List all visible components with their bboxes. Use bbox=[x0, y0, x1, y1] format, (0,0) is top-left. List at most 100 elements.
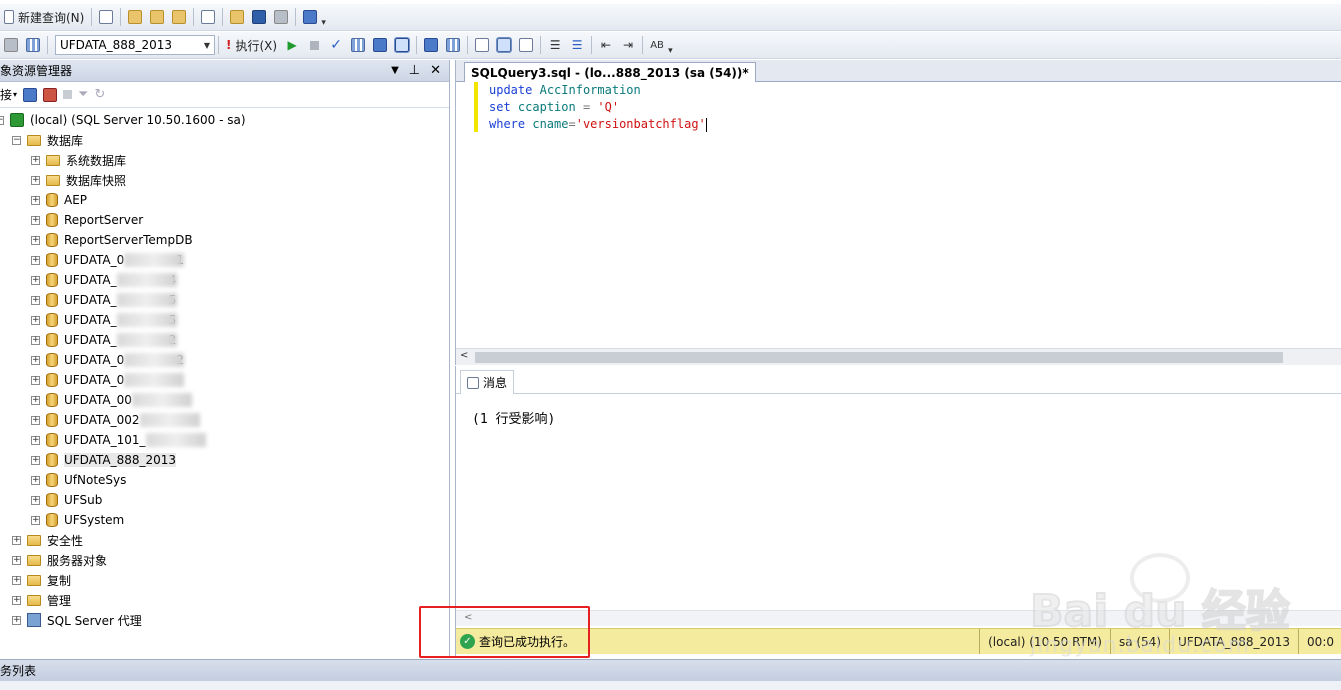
tree-node[interactable]: + 服务器对象 bbox=[0, 550, 449, 570]
expand-icon[interactable]: + bbox=[31, 335, 40, 345]
include-plan-button[interactable] bbox=[442, 35, 464, 55]
disconnect-icon[interactable] bbox=[43, 87, 58, 102]
tree-node[interactable]: − (local) (SQL Server 10.50.1600 - sa) bbox=[0, 110, 449, 130]
change-connection-button[interactable] bbox=[22, 35, 44, 55]
debug-button[interactable]: ▶ bbox=[281, 35, 303, 55]
expand-icon[interactable]: + bbox=[31, 275, 40, 285]
query-designer-button[interactable] bbox=[369, 35, 391, 55]
tree-node[interactable]: + UFDATA_00 bbox=[0, 390, 449, 410]
tree-node[interactable]: − 数据库 bbox=[0, 130, 449, 150]
tree-node[interactable]: + UFSystem bbox=[0, 510, 449, 530]
mdx-query-button[interactable] bbox=[146, 7, 168, 27]
pin-icon[interactable]: ⊥ bbox=[409, 63, 420, 78]
comment-button[interactable]: ☰ bbox=[544, 35, 566, 55]
toolbar-overflow-icon[interactable]: ▾ bbox=[668, 46, 673, 56]
expand-icon[interactable]: + bbox=[31, 415, 40, 425]
tree-node[interactable]: + 管理 bbox=[0, 590, 449, 610]
activity-monitor-button[interactable] bbox=[299, 7, 321, 27]
intellisense-button[interactable] bbox=[420, 35, 442, 55]
expand-icon[interactable]: + bbox=[12, 615, 21, 625]
tree-node[interactable]: + ReportServer bbox=[0, 210, 449, 230]
tree-node[interactable]: +UFDATA_4 bbox=[0, 270, 449, 290]
tree-node[interactable]: + ReportServerTempDB bbox=[0, 230, 449, 250]
expand-icon[interactable]: + bbox=[31, 295, 40, 305]
connect-button[interactable] bbox=[0, 35, 22, 55]
tree-node[interactable]: +UFDATA_5 bbox=[0, 290, 449, 310]
expand-icon[interactable]: + bbox=[12, 555, 21, 565]
expand-icon[interactable]: + bbox=[31, 495, 40, 505]
scroll-left-icon[interactable]: < bbox=[460, 350, 468, 361]
tree-node[interactable]: + UFDATA_0 bbox=[0, 370, 449, 390]
filter-icon[interactable]: ⏷ bbox=[78, 87, 88, 102]
new-file-button[interactable] bbox=[95, 7, 117, 27]
results-horizontal-scrollbar[interactable]: < bbox=[456, 610, 1341, 626]
tree-node[interactable]: + UFDATA_888_2013 bbox=[0, 450, 449, 470]
tree-node[interactable]: + SQL Server 代理 bbox=[0, 610, 449, 630]
sql-ce-query-button[interactable] bbox=[197, 7, 219, 27]
increase-indent-button[interactable]: ⇥ bbox=[617, 35, 639, 55]
results-to-text-button[interactable] bbox=[471, 35, 493, 55]
specify-values-button[interactable]: AB bbox=[646, 35, 668, 55]
expand-icon[interactable]: + bbox=[31, 315, 40, 325]
expand-icon[interactable]: + bbox=[31, 235, 40, 245]
window-position-icon[interactable]: ▼ bbox=[391, 65, 399, 76]
expand-icon[interactable]: + bbox=[12, 595, 21, 605]
results-grid-toggle-button[interactable] bbox=[493, 35, 515, 55]
database-select[interactable]: UFDATA_888_2013 ▼ bbox=[55, 35, 215, 55]
tree-node[interactable]: + AEP bbox=[0, 190, 449, 210]
expand-icon[interactable]: + bbox=[31, 255, 40, 265]
expand-icon[interactable]: + bbox=[31, 355, 40, 365]
expand-icon[interactable]: + bbox=[31, 475, 40, 485]
expand-icon[interactable]: + bbox=[31, 155, 40, 165]
tree-node[interactable]: + 安全性 bbox=[0, 530, 449, 550]
scroll-left-icon[interactable]: < bbox=[464, 612, 472, 623]
expand-icon[interactable]: + bbox=[31, 195, 40, 205]
toolbar-overflow-icon[interactable]: ▾ bbox=[321, 18, 326, 28]
expand-icon[interactable]: + bbox=[12, 535, 21, 545]
editor-horizontal-scrollbar[interactable]: < bbox=[456, 348, 1341, 365]
collapse-icon[interactable]: − bbox=[0, 115, 4, 125]
execute-button[interactable]: ! 执行(X) bbox=[222, 35, 281, 55]
tree-node[interactable]: +UFDATA_02 bbox=[0, 350, 449, 370]
tree-node[interactable]: +UFDATA_01 bbox=[0, 250, 449, 270]
expand-icon[interactable]: + bbox=[31, 455, 40, 465]
expand-icon[interactable]: + bbox=[31, 375, 40, 385]
scrollbar-thumb[interactable] bbox=[475, 352, 1283, 363]
tree-node[interactable]: + 复制 bbox=[0, 570, 449, 590]
close-icon[interactable]: ✕ bbox=[430, 63, 441, 78]
new-query-button[interactable]: 新建查询(N) bbox=[0, 7, 88, 27]
expand-icon[interactable]: + bbox=[31, 395, 40, 405]
tree-node[interactable]: + UFDATA_002 bbox=[0, 410, 449, 430]
display-plan-button[interactable] bbox=[347, 35, 369, 55]
expand-icon[interactable]: + bbox=[31, 215, 40, 225]
tree-node[interactable]: + 数据库快照 bbox=[0, 170, 449, 190]
open-file-button[interactable] bbox=[226, 7, 248, 27]
refresh-icon[interactable]: ↻ bbox=[94, 87, 105, 102]
stop-icon[interactable] bbox=[63, 90, 73, 99]
expand-icon[interactable]: + bbox=[31, 175, 40, 185]
tree-node[interactable]: + UFSub bbox=[0, 490, 449, 510]
tree-node[interactable]: +UFDATA_2 bbox=[0, 330, 449, 350]
results-to-file-button[interactable] bbox=[515, 35, 537, 55]
tree-node[interactable]: + UFDATA_101_ bbox=[0, 430, 449, 450]
dmx-query-button[interactable] bbox=[124, 7, 146, 27]
tab-sqlquery3[interactable]: SQLQuery3.sql - (lo...888_2013 (sa (54))… bbox=[464, 62, 756, 82]
parse-button[interactable]: ✓ bbox=[325, 35, 347, 55]
expand-icon[interactable]: + bbox=[31, 435, 40, 445]
cancel-query-button[interactable] bbox=[303, 35, 325, 55]
tab-messages[interactable]: 消息 bbox=[460, 370, 515, 394]
sql-code-area[interactable]: update AccInformation set ccaption = 'Q'… bbox=[474, 82, 1341, 350]
save-button[interactable] bbox=[248, 7, 270, 27]
connect-server-icon[interactable] bbox=[23, 87, 38, 102]
print-button[interactable] bbox=[270, 7, 292, 27]
uncomment-button[interactable]: ☰ bbox=[566, 35, 588, 55]
decrease-indent-button[interactable]: ⇤ bbox=[595, 35, 617, 55]
connect-dropdown[interactable]: 连接 ▾ bbox=[0, 86, 17, 103]
tree-node[interactable]: +UFDATA_5 bbox=[0, 310, 449, 330]
tree-node[interactable]: + UfNoteSys bbox=[0, 470, 449, 490]
results-to-grid-button[interactable] bbox=[391, 35, 413, 55]
tree-node[interactable]: + 系统数据库 bbox=[0, 150, 449, 170]
xmla-query-button[interactable] bbox=[168, 7, 190, 27]
expand-icon[interactable]: + bbox=[12, 575, 21, 585]
collapse-icon[interactable]: − bbox=[12, 135, 21, 145]
